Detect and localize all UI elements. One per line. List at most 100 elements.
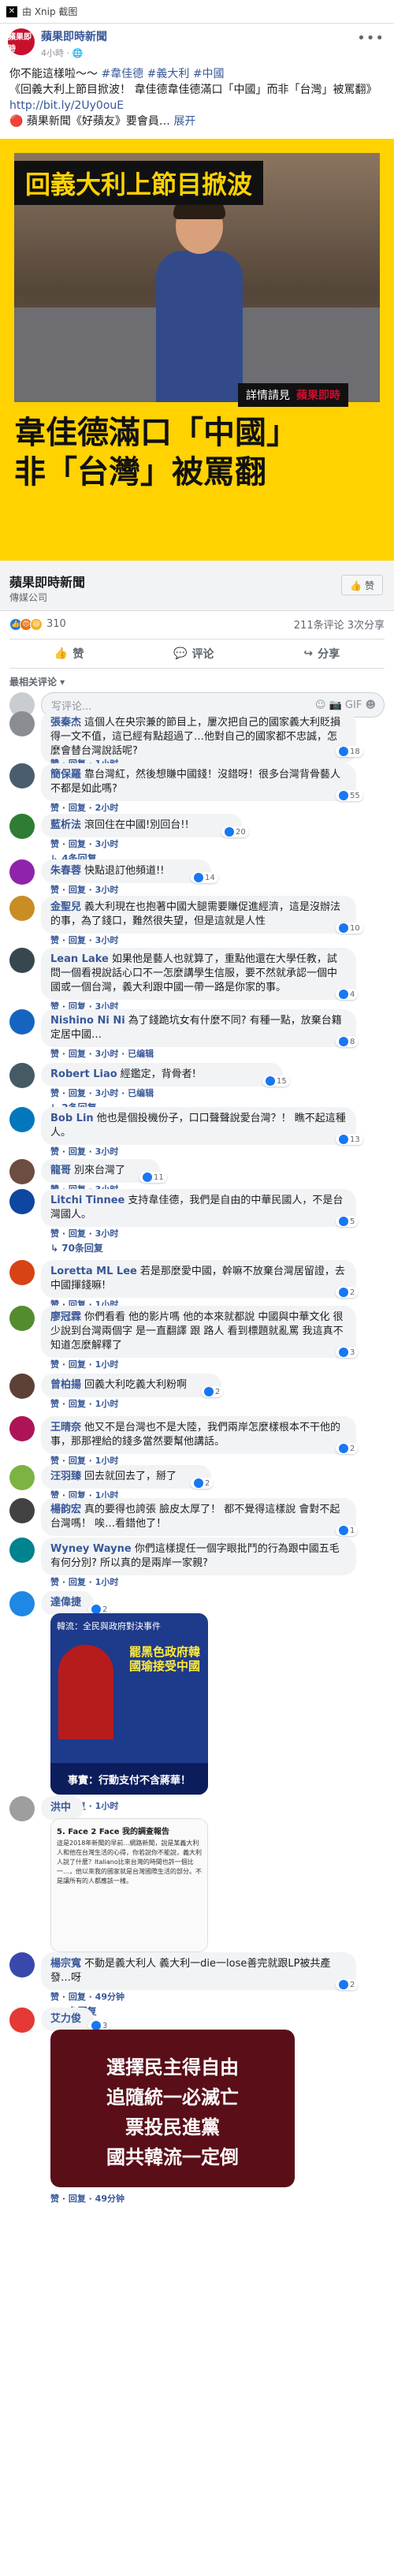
commenter-avatar[interactable] [9, 1952, 35, 1978]
post-time[interactable]: 4小時 · [41, 48, 69, 58]
commenter-name[interactable]: 王晴奈 [50, 1422, 81, 1433]
view-replies-link[interactable]: ↳ 70条回复 [50, 1241, 103, 1254]
commenter-name[interactable]: Lean Lake [50, 953, 109, 965]
comment-reactions[interactable]: 2 [336, 1443, 359, 1454]
commenter-avatar[interactable] [9, 711, 35, 736]
comment-share-count[interactable]: 211条评论 3次分享 [294, 617, 385, 632]
commenter-name[interactable]: 龍哥 [50, 1165, 71, 1176]
commenter-name[interactable]: Bob Lin [50, 1113, 94, 1124]
commenter-name[interactable]: 張秦杰 [50, 717, 81, 729]
comment-reactions[interactable]: 2 [191, 1478, 214, 1489]
comment-like-link[interactable]: 赞 · 回复 · 2小时 [50, 803, 118, 813]
commenter-avatar[interactable] [9, 1063, 35, 1088]
comment-like-link[interactable]: 赞 · 回复 · 3小时 [50, 839, 118, 849]
page-name[interactable]: 蘋果即時新聞 [41, 28, 107, 44]
more-options-icon[interactable]: ••• [357, 30, 385, 47]
comment-reactions[interactable]: 8 [336, 1036, 359, 1047]
commenter-avatar[interactable] [9, 814, 35, 839]
composer-icons[interactable]: ☺ 📷 GIF ☻ [315, 699, 376, 711]
commenter-name[interactable]: 廖冠霖 [50, 1311, 81, 1323]
commenter-avatar[interactable] [9, 1465, 35, 1490]
commenter-name[interactable]: 汪羽臻 [50, 1471, 81, 1482]
commenter-avatar[interactable] [9, 1538, 35, 1563]
commenter-avatar[interactable] [9, 1260, 35, 1285]
comment-reactions[interactable]: 18 [336, 746, 363, 757]
like-action[interactable]: 👍 赞 [54, 646, 84, 662]
expand-link[interactable]: 展开 [173, 115, 195, 128]
commenter-name[interactable]: 艾力俊 [50, 2013, 81, 2025]
commenter-name[interactable]: Loretta ML Lee [50, 1266, 137, 1277]
commenter-avatar[interactable] [9, 859, 35, 885]
comment-image-slogan[interactable]: 選擇民主得自由 追隨統一必滅亡 票投民進黨 國共韓流一定倒 [50, 2030, 295, 2187]
reaction-summary[interactable]: 👍 😠 😆 310 [9, 617, 66, 632]
hashtag[interactable]: #韋佳德 [101, 68, 143, 80]
comment-like-link[interactable]: 赞 · 回复 · 3小时 [50, 935, 118, 945]
comment-reactions[interactable]: 5 [336, 1216, 359, 1227]
commenter-avatar[interactable] [9, 763, 35, 788]
comment-sort[interactable]: 最相关评论 ▾ [9, 675, 65, 688]
comment-like-link[interactable]: 赞 · 回复 · 49分钟 [50, 1992, 125, 2002]
comment-like-link[interactable]: 赞 · 回复 · 3小时 · 已编辑 [50, 1088, 154, 1098]
comment-reactions[interactable]: 10 [336, 923, 363, 934]
share-action[interactable]: ↪ 分享 [303, 646, 340, 662]
post-image[interactable]: 回義大利上節目掀波 詳情請見 蘋果即時 韋佳德滿口「中國」 非「台灣」被罵翻 [0, 139, 394, 561]
comment-reactions[interactable]: 20 [221, 826, 249, 837]
comment-like-link[interactable]: 赞 · 回复 · 49分钟 [50, 2194, 125, 2204]
commenter-name[interactable]: 曾柏揚 [50, 1379, 81, 1391]
comment-like-link[interactable]: 赞 · 回复 · 3小时 [50, 1228, 118, 1239]
comment-reactions[interactable]: 15 [262, 1076, 290, 1087]
comment-reactions[interactable]: 14 [191, 872, 218, 883]
post-stats: 👍 😠 😆 310 211条评论 3次分享 [9, 617, 385, 632]
comment-reactions[interactable]: 55 [336, 790, 363, 801]
commenter-name[interactable]: 朱春蓉 [50, 865, 81, 877]
page-avatar[interactable]: 蘋果即時 [8, 28, 35, 55]
page-like-button[interactable]: 👍 赞 [341, 575, 383, 595]
comment-like-link[interactable]: 赞 · 回复 · 3小时 [50, 1146, 118, 1157]
comment-like-link[interactable]: 赞 · 回复 · 3小时 · 已编辑 [50, 1049, 154, 1059]
commenter-avatar[interactable] [9, 1306, 35, 1331]
commenter-avatar[interactable] [9, 1416, 35, 1441]
commenter-avatar[interactable] [9, 1009, 35, 1035]
commenter-avatar[interactable] [9, 2007, 35, 2033]
commenter-avatar[interactable] [9, 1107, 35, 1132]
commenter-avatar[interactable] [9, 1498, 35, 1523]
hashtag[interactable]: #義大利 [147, 68, 190, 80]
commenter-avatar[interactable] [9, 1159, 35, 1184]
commenter-avatar[interactable] [9, 1591, 35, 1616]
commenter-avatar[interactable] [9, 896, 35, 921]
commenter-name[interactable]: Litchi Tinnee [50, 1195, 125, 1206]
comment-like-link[interactable]: 赞 · 回复 · 1小时 [50, 1399, 118, 1409]
commenter-name[interactable]: Wyney Wayne [50, 1543, 132, 1555]
comment-like-link[interactable]: 赞 · 回复 · 1小时 [50, 1577, 118, 1587]
comment-image-screenshot[interactable]: 5. Face 2 Face 我的調查報告 這是2018年新聞的早前…網路新聞，說… [50, 1818, 208, 1952]
commenter-avatar[interactable] [9, 1189, 35, 1214]
commenter-name[interactable]: 簡保羅 [50, 769, 81, 781]
commenter-name[interactable]: 楊宗寬 [50, 1958, 81, 1970]
commenter-name[interactable]: 達偉捷 [50, 1597, 81, 1609]
comment-like-link[interactable]: 赞 · 回复 · 3小时 [50, 885, 118, 895]
commenter-name[interactable]: 金聖兒 [50, 901, 81, 913]
commenter-avatar[interactable] [9, 1374, 35, 1399]
commenter-name[interactable]: Nishino Ni Ni [50, 1015, 125, 1027]
comment-reactions[interactable]: 11 [139, 1172, 167, 1183]
thumbs-up-icon: 👍 [54, 647, 69, 660]
link-source[interactable]: 蘋果即時新聞 傳媒公司 👍 赞 [0, 561, 394, 611]
commenter-avatar[interactable] [9, 948, 35, 973]
comment-reactions[interactable]: 2 [336, 1979, 359, 1990]
commenter-name[interactable]: 洪中 [50, 1802, 71, 1814]
comment-reactions[interactable]: 3 [336, 1347, 359, 1358]
comment-reactions[interactable]: 4 [336, 989, 359, 1000]
commenter-avatar[interactable] [9, 1796, 35, 1821]
comment-reactions[interactable]: 2 [336, 1287, 359, 1298]
comment-reactions[interactable]: 1 [336, 1525, 359, 1536]
commenter-name[interactable]: 楊韵宏 [50, 1504, 81, 1515]
commenter-name[interactable]: Robert Liao [50, 1068, 117, 1080]
comment-reactions[interactable]: 2 [201, 1386, 224, 1397]
commenter-name[interactable]: 藍析法 [50, 819, 81, 831]
comment-reactions[interactable]: 13 [336, 1134, 363, 1145]
post-link[interactable]: http://bit.ly/2Uy0ouE [9, 98, 385, 114]
comment-action[interactable]: 💬 评论 [173, 646, 214, 662]
hashtag[interactable]: #中國 [193, 68, 225, 80]
comment-image-poster1[interactable]: 韓流：全民與政府對決事件 罷黑色政府韓國瑜接受中國 事實：行動支付不含蔣華！ [50, 1613, 208, 1795]
comment-like-link[interactable]: 赞 · 回复 · 1小时 [50, 1359, 118, 1370]
